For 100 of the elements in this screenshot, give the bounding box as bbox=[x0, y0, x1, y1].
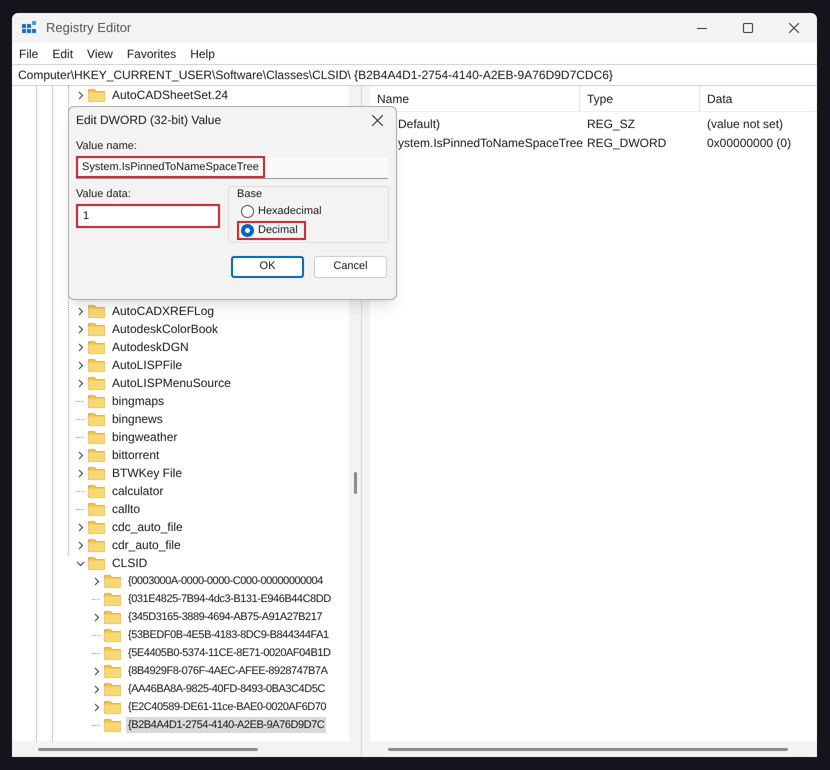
chevron-down-icon[interactable] bbox=[76, 558, 85, 568]
menu-item[interactable]: File bbox=[19, 44, 38, 62]
tree-item[interactable]: AutoCADSheetSet.24 bbox=[110, 87, 230, 103]
tree-item[interactable]: {0003000A-0000-0000-C000-00000000004 bbox=[126, 573, 325, 589]
tree-item[interactable]: AutodeskColorBook bbox=[110, 321, 220, 337]
close-icon bbox=[789, 23, 799, 33]
dialog-title: Edit DWORD (32-bit) Value bbox=[76, 112, 222, 129]
chevron-right-icon[interactable] bbox=[76, 90, 85, 100]
chevron-right-icon[interactable] bbox=[76, 378, 85, 388]
folder-icon bbox=[88, 412, 105, 426]
folder-icon bbox=[88, 88, 105, 102]
folder-icon bbox=[88, 358, 105, 372]
tree-item[interactable]: {AA46BA8A-9825-40FD-8493-0BA3C4D5C bbox=[126, 681, 327, 697]
tree-item[interactable]: {8B4929F8-076F-4AEC-AFEE-8928747B7A bbox=[126, 663, 330, 679]
folder-icon bbox=[88, 556, 105, 570]
folder-icon bbox=[88, 340, 105, 354]
tree-item[interactable]: bingnews bbox=[110, 411, 165, 427]
folder-icon bbox=[104, 664, 121, 678]
value-name-text: System.IsPinnedToNameSpaceTree bbox=[76, 156, 265, 178]
chevron-right-icon[interactable] bbox=[92, 576, 101, 586]
address-bar[interactable]: Computer\HKEY_CURRENT_USER\Software\Classes\CLSID\ {B2B4A4D1-2754-4140-A2EB-9A76D9D7CDC6} bbox=[12, 64, 817, 86]
folder-icon bbox=[88, 394, 105, 408]
folder-icon bbox=[104, 592, 121, 606]
chevron-right-icon[interactable] bbox=[92, 702, 101, 712]
chevron-right-icon[interactable] bbox=[92, 684, 101, 694]
chevron-right-icon[interactable] bbox=[76, 468, 85, 478]
tree-item[interactable]: AutoLISPFile bbox=[110, 357, 184, 373]
tree-item[interactable]: calculator bbox=[110, 483, 166, 499]
folder-icon bbox=[88, 502, 105, 516]
registry-app-icon bbox=[21, 20, 37, 36]
radio-option[interactable]: Decimal bbox=[237, 221, 306, 240]
tree-item[interactable]: {E2C40589-DE61-11ce-BAE0-0020AF6D70 bbox=[126, 699, 328, 715]
field-label: Value data: bbox=[76, 186, 132, 202]
tree-item[interactable]: AutoCADXREFLog bbox=[110, 303, 216, 319]
tree-item[interactable]: {5E4405B0-5374-11CE-8E71-0020AF04B1D bbox=[126, 645, 333, 661]
field-label: Value name: bbox=[76, 139, 138, 154]
menu-item[interactable]: Help bbox=[190, 44, 215, 62]
menu-item[interactable]: Favorites bbox=[126, 44, 176, 62]
radio-button[interactable] bbox=[241, 224, 254, 237]
tree-item[interactable]: callto bbox=[110, 501, 142, 517]
tree-item[interactable]: {53BEDF0B-4E5B-4183-8DC9-B844344FA1 bbox=[126, 627, 331, 643]
folder-icon bbox=[104, 718, 121, 732]
column-header[interactable]: Data bbox=[700, 86, 817, 111]
maximize-icon bbox=[743, 23, 753, 33]
folder-icon bbox=[104, 574, 121, 588]
group-label: Base bbox=[237, 186, 264, 202]
radio-button[interactable] bbox=[241, 205, 254, 218]
tree-item[interactable]: CLSID bbox=[110, 555, 150, 571]
chevron-right-icon[interactable] bbox=[76, 522, 85, 532]
chevron-right-icon[interactable] bbox=[92, 666, 101, 676]
table-cell: (value not set) bbox=[707, 116, 784, 130]
folder-icon bbox=[104, 700, 121, 714]
chevron-right-icon[interactable] bbox=[76, 360, 85, 370]
folder-icon bbox=[88, 484, 105, 498]
folder-icon bbox=[88, 448, 105, 462]
folder-icon bbox=[88, 520, 105, 534]
ok-button[interactable]: OK bbox=[231, 256, 304, 278]
radio-option[interactable]: Hexadecimal bbox=[237, 202, 328, 221]
tree-item[interactable]: {345D3165-3889-4694-AB75-A91A27B217 bbox=[126, 609, 324, 625]
folder-icon bbox=[104, 610, 121, 624]
tree-item[interactable]: AutoLISPMenuSource bbox=[110, 375, 233, 391]
folder-icon bbox=[88, 466, 105, 480]
scrollbar-thumb[interactable] bbox=[388, 748, 788, 750]
tree-item[interactable]: cdr_auto_file bbox=[110, 537, 183, 553]
tree-item[interactable]: bingmaps bbox=[110, 393, 166, 409]
cancel-button[interactable]: Cancel bbox=[314, 256, 387, 278]
folder-icon bbox=[88, 376, 105, 390]
folder-icon bbox=[88, 304, 105, 318]
folder-icon bbox=[104, 682, 121, 696]
tree-item[interactable]: bittorrent bbox=[110, 447, 162, 463]
table-cell: ystem.IsPinnedToNameSpaceTree bbox=[398, 136, 583, 150]
value-name-field[interactable]: System.IsPinnedToNameSpaceTree bbox=[76, 156, 388, 178]
close-icon bbox=[372, 114, 382, 126]
folder-icon bbox=[88, 322, 105, 336]
menu-item[interactable]: View bbox=[87, 44, 113, 62]
chevron-right-icon[interactable] bbox=[76, 306, 85, 316]
tree-item[interactable]: BTWKey File bbox=[110, 465, 184, 481]
window-title: Registry Editor bbox=[46, 19, 132, 38]
tree-item[interactable]: cdc_auto_file bbox=[110, 519, 185, 535]
folder-icon bbox=[104, 646, 121, 660]
column-header[interactable]: Type bbox=[580, 86, 700, 111]
table-cell: REG_SZ bbox=[587, 116, 636, 130]
table-cell: 0x00000000 (0) bbox=[707, 136, 792, 150]
folder-icon bbox=[88, 430, 105, 444]
chevron-right-icon[interactable] bbox=[76, 450, 85, 460]
folder-icon bbox=[88, 538, 105, 552]
chevron-right-icon[interactable] bbox=[76, 324, 85, 334]
value-data-field[interactable]: 1 bbox=[76, 204, 220, 228]
tree-item[interactable]: {031E4825-7B94-4dc3-B131-E946B44C8DD bbox=[126, 591, 333, 607]
chevron-right-icon[interactable] bbox=[92, 612, 101, 622]
folder-icon bbox=[104, 628, 121, 642]
tree-item[interactable]: {B2B4A4D1-2754-4140-A2EB-9A76D9D7C bbox=[126, 717, 326, 733]
chevron-right-icon[interactable] bbox=[76, 540, 85, 550]
tree-item[interactable]: bingweather bbox=[110, 429, 180, 445]
table-cell: REG_DWORD bbox=[587, 136, 666, 150]
scrollbar-thumb[interactable] bbox=[38, 748, 258, 750]
scrollbar-thumb[interactable] bbox=[354, 472, 356, 494]
menu-item[interactable]: Edit bbox=[52, 44, 74, 62]
chevron-right-icon[interactable] bbox=[76, 342, 85, 352]
tree-item[interactable]: AutodeskDGN bbox=[110, 339, 191, 355]
